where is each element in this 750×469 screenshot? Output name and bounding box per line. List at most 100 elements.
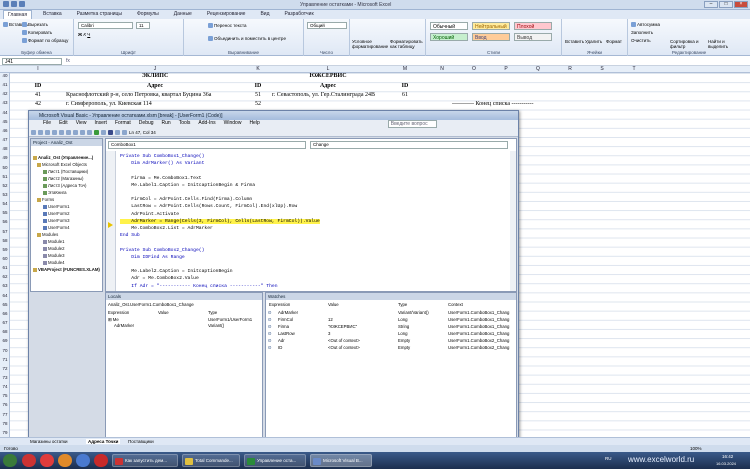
code-line[interactable]: AdrPoint.Activate (120, 212, 179, 217)
cut-button[interactable]: Вырезать (22, 22, 48, 28)
copy-button[interactable]: Копировать (22, 30, 52, 36)
fx-icon[interactable]: fx (66, 58, 70, 64)
id-header[interactable]: ID (10, 83, 66, 89)
watch-cell[interactable]: UserForm1.ComboBox2_Chang (448, 338, 509, 343)
excel-window-controls[interactable]: – □ × (704, 1, 748, 8)
menu-tools[interactable]: Tools (179, 120, 191, 128)
number-format-select[interactable]: Общий (307, 22, 347, 29)
watch-cell[interactable]: 3 (328, 331, 330, 336)
tree-item[interactable]: Module2 (43, 246, 64, 251)
design-mode-icon[interactable] (115, 130, 120, 135)
row-header[interactable]: 59 (0, 247, 10, 252)
maximize-icon[interactable]: □ (719, 1, 733, 8)
watch-cell[interactable]: LastRow (278, 331, 295, 336)
watch-cell[interactable]: UserForm1.ComboBox1_Chang (448, 331, 509, 336)
tree-item[interactable]: Analiz_Ost (Управление...) (33, 155, 93, 160)
save-icon[interactable] (45, 130, 50, 135)
date[interactable]: 16.03.2024 (716, 461, 736, 466)
sheet-tab[interactable]: Поставщики (128, 439, 154, 444)
watch-cell[interactable]: Long (398, 331, 408, 336)
column-header[interactable]: N (426, 66, 458, 72)
tree-item[interactable]: Modules (37, 232, 58, 237)
name-box[interactable]: J41 (2, 58, 62, 65)
row-header[interactable]: 53 (0, 192, 10, 197)
watch-cell[interactable]: Adr (278, 338, 285, 343)
code-line[interactable]: Dim AdrMarker() As Variant (120, 161, 204, 166)
table-cell[interactable]: 51 (244, 92, 272, 98)
watch-cell[interactable]: String (398, 324, 409, 329)
watch-cell[interactable]: UserForm1.ComboBox1_Chang (448, 324, 509, 329)
row-header[interactable]: 72 (0, 366, 10, 371)
row-header[interactable]: 66 (0, 311, 10, 316)
merge-button[interactable]: Объединить и поместить в центре (208, 36, 286, 42)
tree-item[interactable]: Module4 (43, 260, 64, 265)
tree-item[interactable]: Module3 (43, 253, 64, 258)
row-header[interactable]: 50 (0, 165, 10, 170)
break-icon[interactable] (101, 130, 106, 135)
tree-item[interactable]: UserForm3 (43, 218, 70, 223)
watch-cell[interactable]: Empty (398, 345, 410, 350)
row-header[interactable]: 65 (0, 302, 10, 307)
column-header[interactable]: I (10, 66, 66, 72)
code-line[interactable]: LastRow = AdrPoint.Cells(Rows.Count, Fir… (120, 204, 297, 209)
tree-item[interactable]: UserForm4 (43, 225, 70, 230)
id-header-2[interactable]: ID (244, 83, 272, 89)
table-cell[interactable]: 52 (244, 101, 272, 107)
watch-cell[interactable]: "ЮЖСЕРВИС" (328, 324, 357, 329)
format-painter-button[interactable]: Формат по образцу (22, 38, 68, 44)
row-header[interactable]: 78 (0, 421, 10, 426)
copy-icon[interactable] (59, 130, 64, 135)
code-line[interactable]: End Sub (120, 233, 140, 238)
watch-cell[interactable]: Empty (398, 338, 410, 343)
language-indicator[interactable]: RU (605, 456, 612, 461)
style-normal[interactable]: Обычный (430, 22, 468, 30)
find-select-button[interactable]: Найти и выделить (708, 39, 744, 49)
watch-cell[interactable]: UserForm1.ComboBox1_Chang (448, 317, 509, 322)
watch-cell[interactable]: 12 (328, 317, 333, 322)
yandex-icon[interactable] (22, 454, 36, 467)
watch-cell[interactable]: UserForm1.ComboBox1_Chang (448, 310, 509, 315)
style-bad[interactable]: Плохой (514, 22, 552, 30)
eklips-header[interactable]: ЭКЛИПС (66, 73, 244, 79)
address-header[interactable]: Адрес (66, 83, 244, 89)
bold-button[interactable]: Ж К Ч (78, 32, 90, 37)
tree-item[interactable]: UserForm1 (43, 204, 70, 209)
wrap-text-button[interactable]: Перенос текста (208, 23, 247, 29)
code-line[interactable]: AdrMarker = Range(Cells(3, FirmCol), Cel… (120, 218, 320, 224)
column-header[interactable]: S (586, 66, 618, 72)
tab-developer[interactable]: Разработчик (280, 10, 317, 19)
row-header[interactable]: 44 (0, 110, 10, 115)
insert-cells-button[interactable]: Вставить (565, 39, 584, 44)
column-header[interactable]: R (554, 66, 586, 72)
files-icon[interactable] (76, 454, 90, 467)
code-line[interactable]: FirmCol = AdrPoint.Cells.Find(Firma).Col… (120, 197, 252, 202)
watch-cell[interactable]: Variant/Variant() (398, 310, 429, 315)
row-header[interactable]: 57 (0, 229, 10, 234)
sheet-tab[interactable]: Магазины остатки (30, 439, 68, 444)
object-dropdown[interactable]: ComboBox1 (108, 141, 306, 149)
row-header[interactable]: 75 (0, 393, 10, 398)
row-header[interactable]: 52 (0, 183, 10, 188)
row-header[interactable]: 73 (0, 375, 10, 380)
code-line[interactable]: Me.Label1.Caption = InitcaptionBegin & F… (120, 183, 255, 188)
column-header[interactable]: M (384, 66, 426, 72)
clock[interactable]: 16:42 (722, 454, 733, 459)
row-header[interactable]: 48 (0, 146, 10, 151)
cut-icon[interactable] (52, 130, 57, 135)
style-input[interactable]: Ввод (472, 33, 510, 41)
address-header-2[interactable]: Адрес (272, 83, 384, 89)
opera-icon[interactable] (40, 454, 54, 467)
watch-cell[interactable]: FirmCol (278, 317, 293, 322)
procedure-dropdown[interactable]: Change (310, 141, 508, 149)
column-header[interactable]: T (618, 66, 650, 72)
menu-help[interactable]: Help (249, 120, 259, 128)
font-size-select[interactable]: 11 (136, 22, 150, 29)
style-good[interactable]: Хороший (430, 33, 468, 41)
end-of-list-cell[interactable]: ----------- Конец списка ----------- (452, 101, 552, 107)
row-header[interactable]: 77 (0, 412, 10, 417)
sort-filter-button[interactable]: Сортировка и фильтр (670, 39, 706, 49)
style-output[interactable]: Вывод (514, 33, 552, 41)
tab-insert[interactable]: Вставка (39, 10, 66, 19)
tab-data[interactable]: Данные (170, 10, 196, 19)
tab-view[interactable]: Вид (256, 10, 273, 19)
